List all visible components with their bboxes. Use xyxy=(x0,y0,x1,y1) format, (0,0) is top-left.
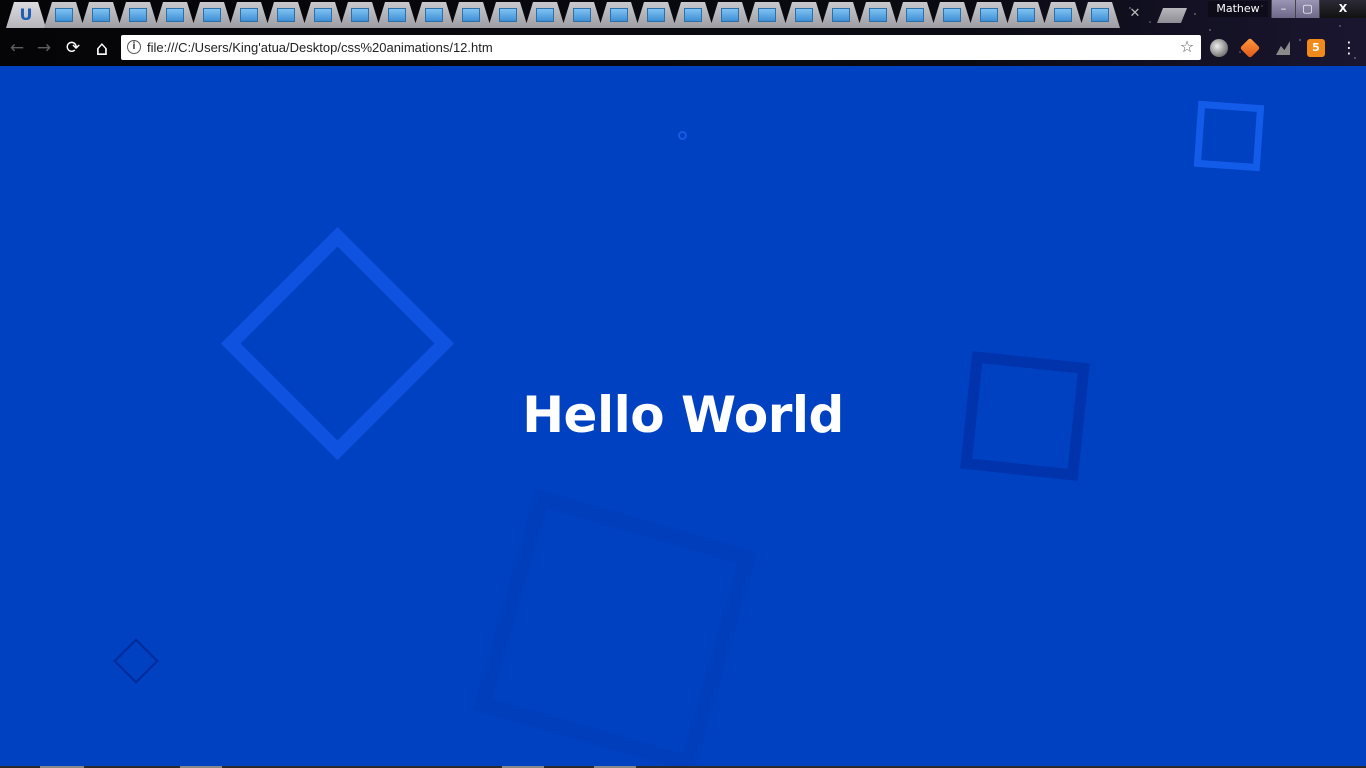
maximize-button[interactable]: ▢ xyxy=(1295,0,1319,18)
tab[interactable] xyxy=(266,2,306,28)
page-viewport: Hello World xyxy=(0,66,1366,768)
tab-favicon-icon xyxy=(647,8,665,22)
tab[interactable] xyxy=(303,2,343,28)
tab-close-icon[interactable]: ✕ xyxy=(1128,7,1142,21)
tab-favicon-icon xyxy=(388,8,406,22)
tab-favicon-icon xyxy=(314,8,332,22)
tab[interactable] xyxy=(895,2,935,28)
tab[interactable] xyxy=(969,2,1009,28)
tab-favicon-icon xyxy=(277,8,295,22)
tab[interactable] xyxy=(118,2,158,28)
new-tab-button[interactable] xyxy=(1157,8,1187,23)
tab-favicon-icon xyxy=(92,8,110,22)
close-window-button[interactable]: X xyxy=(1319,0,1366,18)
tab[interactable] xyxy=(1006,2,1046,28)
tab[interactable] xyxy=(340,2,380,28)
decorative-circle xyxy=(678,131,687,140)
tab-favicon-icon xyxy=(1017,8,1035,22)
tab-favicon-icon xyxy=(1091,8,1109,22)
address-bar[interactable]: i file:///C:/Users/King'atua/Desktop/css… xyxy=(121,35,1201,60)
tab[interactable] xyxy=(710,2,750,28)
url-text[interactable]: file:///C:/Users/King'atua/Desktop/css%2… xyxy=(147,35,493,60)
decorative-square-large xyxy=(472,488,758,768)
tab-favicon-icon xyxy=(1054,8,1072,22)
tab-favicon-icon xyxy=(869,8,887,22)
tab-favicon-icon xyxy=(573,8,591,22)
decorative-diamond-small xyxy=(113,638,159,684)
tab[interactable] xyxy=(932,2,972,28)
tab-favicon-icon xyxy=(425,8,443,22)
tab[interactable] xyxy=(377,2,417,28)
tab-favicon-icon xyxy=(166,8,184,22)
tab-favicon-icon xyxy=(203,8,221,22)
tab[interactable] xyxy=(747,2,787,28)
tab[interactable] xyxy=(451,2,491,28)
page-title: Hello World xyxy=(522,386,844,444)
tab[interactable] xyxy=(81,2,121,28)
tab[interactable] xyxy=(414,2,454,28)
tab[interactable] xyxy=(1043,2,1083,28)
tab[interactable] xyxy=(525,2,565,28)
menu-icon[interactable]: ⋮ xyxy=(1340,37,1358,59)
tab-favicon-icon xyxy=(129,8,147,22)
tab-favicon-icon xyxy=(55,8,73,22)
tab[interactable] xyxy=(562,2,602,28)
minimize-button[interactable]: – xyxy=(1271,0,1295,18)
browser-toolbar: ← → ⟳ ⌂ i file:///C:/Users/King'atua/Des… xyxy=(0,31,1366,66)
home-icon[interactable]: ⌂ xyxy=(91,37,113,59)
tab[interactable] xyxy=(636,2,676,28)
extension-badge-icon[interactable]: 5 xyxy=(1307,39,1325,57)
tab[interactable] xyxy=(192,2,232,28)
tab-favicon-icon xyxy=(684,8,702,22)
tab[interactable] xyxy=(1080,2,1120,28)
extension-globe-icon[interactable] xyxy=(1210,39,1228,57)
tab[interactable] xyxy=(488,2,528,28)
info-icon[interactable]: i xyxy=(127,40,141,54)
forward-arrow-icon[interactable]: → xyxy=(33,37,55,59)
decorative-square-small xyxy=(1193,100,1265,172)
tab[interactable] xyxy=(44,2,84,28)
extension-tag-icon[interactable] xyxy=(1239,37,1261,59)
tab[interactable] xyxy=(155,2,195,28)
extension-chart-icon[interactable] xyxy=(1274,39,1292,57)
tab[interactable] xyxy=(784,2,824,28)
tab-favicon-icon xyxy=(610,8,628,22)
back-arrow-icon[interactable]: ← xyxy=(6,37,28,59)
profile-button[interactable]: Mathew xyxy=(1208,1,1268,17)
tab-favicon-icon xyxy=(906,8,924,22)
tab-strip: U ✕ Mathew – ▢ X xyxy=(0,0,1366,31)
tab-favicon-icon xyxy=(980,8,998,22)
tab-favicon-icon xyxy=(795,8,813,22)
tab-active[interactable]: U xyxy=(6,2,46,28)
tab[interactable] xyxy=(673,2,713,28)
tab-favicon-icon xyxy=(536,8,554,22)
tab[interactable] xyxy=(599,2,639,28)
tab-favicon-icon xyxy=(721,8,739,22)
tab-favicon-icon xyxy=(758,8,776,22)
tab-favicon-icon xyxy=(351,8,369,22)
star-icon[interactable]: ☆ xyxy=(1178,37,1196,57)
tab-favicon-icon xyxy=(832,8,850,22)
tab-favicon-icon xyxy=(240,8,258,22)
tab-favicon-icon xyxy=(499,8,517,22)
reload-icon[interactable]: ⟳ xyxy=(62,37,84,59)
tab[interactable] xyxy=(229,2,269,28)
tab-favicon-icon xyxy=(462,8,480,22)
tab-favicon-icon: U xyxy=(19,5,33,24)
tab[interactable] xyxy=(821,2,861,28)
tab-favicon-icon xyxy=(943,8,961,22)
browser-chrome: U ✕ Mathew – ▢ X ← → ⟳ ⌂ i file:///C:/Us… xyxy=(0,0,1366,66)
tab[interactable] xyxy=(858,2,898,28)
